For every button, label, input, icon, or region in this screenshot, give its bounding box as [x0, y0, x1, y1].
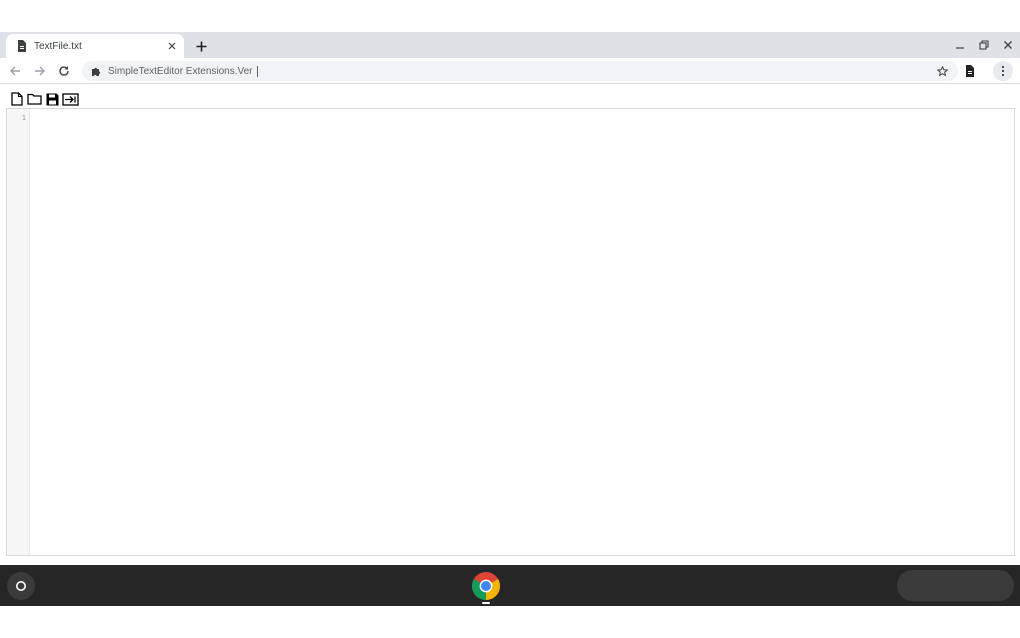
- editor-text-area[interactable]: [30, 109, 1014, 555]
- bookmark-star-icon[interactable]: [934, 63, 950, 79]
- omnibox-text: SimpleTextEditor Extensions.Ver: [108, 65, 253, 77]
- restore-icon[interactable]: [976, 37, 992, 53]
- reload-icon[interactable]: [55, 62, 73, 80]
- window-close-icon[interactable]: [1000, 37, 1016, 53]
- page-content: 1: [0, 85, 1020, 563]
- back-arrow-icon[interactable]: [6, 62, 24, 80]
- line-number: 1: [21, 114, 26, 122]
- text-editor[interactable]: 1: [6, 108, 1015, 556]
- tab-strip: TextFile.txt: [0, 32, 1020, 58]
- status-tray[interactable]: [897, 570, 1014, 601]
- app-running-indicator: [482, 602, 490, 604]
- line-number-gutter: 1: [7, 109, 30, 555]
- tab-close-icon[interactable]: [164, 38, 180, 54]
- tab-title: TextFile.txt: [34, 40, 82, 52]
- forward-arrow-icon[interactable]: [31, 62, 49, 80]
- kebab-menu-icon[interactable]: [993, 61, 1013, 81]
- puzzle-piece-icon: [90, 65, 102, 77]
- os-shelf: [0, 565, 1020, 606]
- tab-textfile[interactable]: TextFile.txt: [6, 34, 184, 58]
- minimize-icon[interactable]: [952, 37, 968, 53]
- text-cursor: [256, 65, 258, 77]
- launcher-circle-icon[interactable]: [7, 572, 35, 600]
- plus-icon[interactable]: [192, 37, 210, 55]
- chromeos-screen: TextFile.txt SimpleTextEditor Extensions…: [0, 0, 1020, 638]
- open-folder-icon[interactable]: [26, 91, 43, 107]
- export-icon[interactable]: [62, 91, 79, 107]
- editor-toolbar: [8, 91, 79, 107]
- omnibox[interactable]: SimpleTextEditor Extensions.Ver: [82, 61, 958, 81]
- save-icon[interactable]: [44, 91, 61, 107]
- chrome-icon[interactable]: [470, 570, 502, 602]
- extension-document-icon[interactable]: [961, 62, 979, 80]
- new-file-icon[interactable]: [8, 91, 25, 107]
- browser-toolbar: SimpleTextEditor Extensions.Ver: [0, 58, 1020, 84]
- document-icon: [16, 40, 28, 52]
